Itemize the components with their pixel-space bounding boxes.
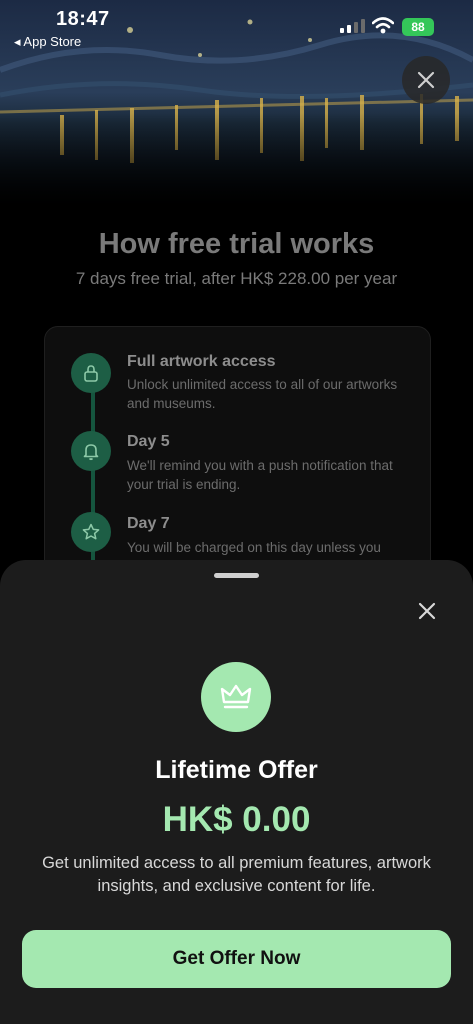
star-icon (71, 512, 111, 552)
offer-title: Lifetime Offer (155, 756, 318, 784)
bell-icon (71, 431, 111, 471)
trial-subtitle: 7 days free trial, after HK$ 228.00 per … (75, 269, 398, 288)
status-bar: 18:47 ◂ App Store 88 (0, 0, 473, 60)
step-description: You will be charged on this day unless y… (127, 540, 381, 555)
crown-badge (201, 662, 271, 732)
lock-icon (71, 353, 111, 393)
sheet-grabber[interactable] (214, 573, 259, 578)
step-title: Full artwork access (127, 353, 276, 370)
back-to-app-store-link[interactable]: ◂ App Store (14, 34, 81, 50)
step-title: Day 5 (127, 433, 170, 450)
status-time: 18:47 (56, 8, 110, 30)
cellular-signal-icon (340, 19, 365, 33)
offer-description: Get unlimited access to all premium feat… (42, 854, 431, 895)
step-description: We'll remind you with a push notificatio… (127, 458, 393, 492)
crown-icon (220, 684, 252, 709)
close-icon (418, 602, 436, 620)
offer-price: HK$ 0.00 (162, 800, 311, 839)
wifi-icon (372, 17, 394, 34)
trial-timeline-card: Full artwork access Unlock unlimited acc… (44, 326, 431, 588)
close-icon (417, 71, 435, 89)
battery-indicator: 88 (402, 18, 434, 36)
step-description: Unlock unlimited access to all of our ar… (127, 377, 398, 411)
get-offer-now-button[interactable]: Get Offer Now (22, 930, 451, 988)
trial-title: How free trial works (98, 228, 375, 260)
lifetime-offer-sheet: Lifetime Offer HK$ 0.00 Get unlimited ac… (0, 560, 473, 1024)
close-paywall-button[interactable] (402, 56, 450, 104)
close-offer-button[interactable] (412, 596, 442, 626)
step-title: Day 7 (127, 515, 170, 532)
battery-level: 88 (411, 20, 425, 34)
